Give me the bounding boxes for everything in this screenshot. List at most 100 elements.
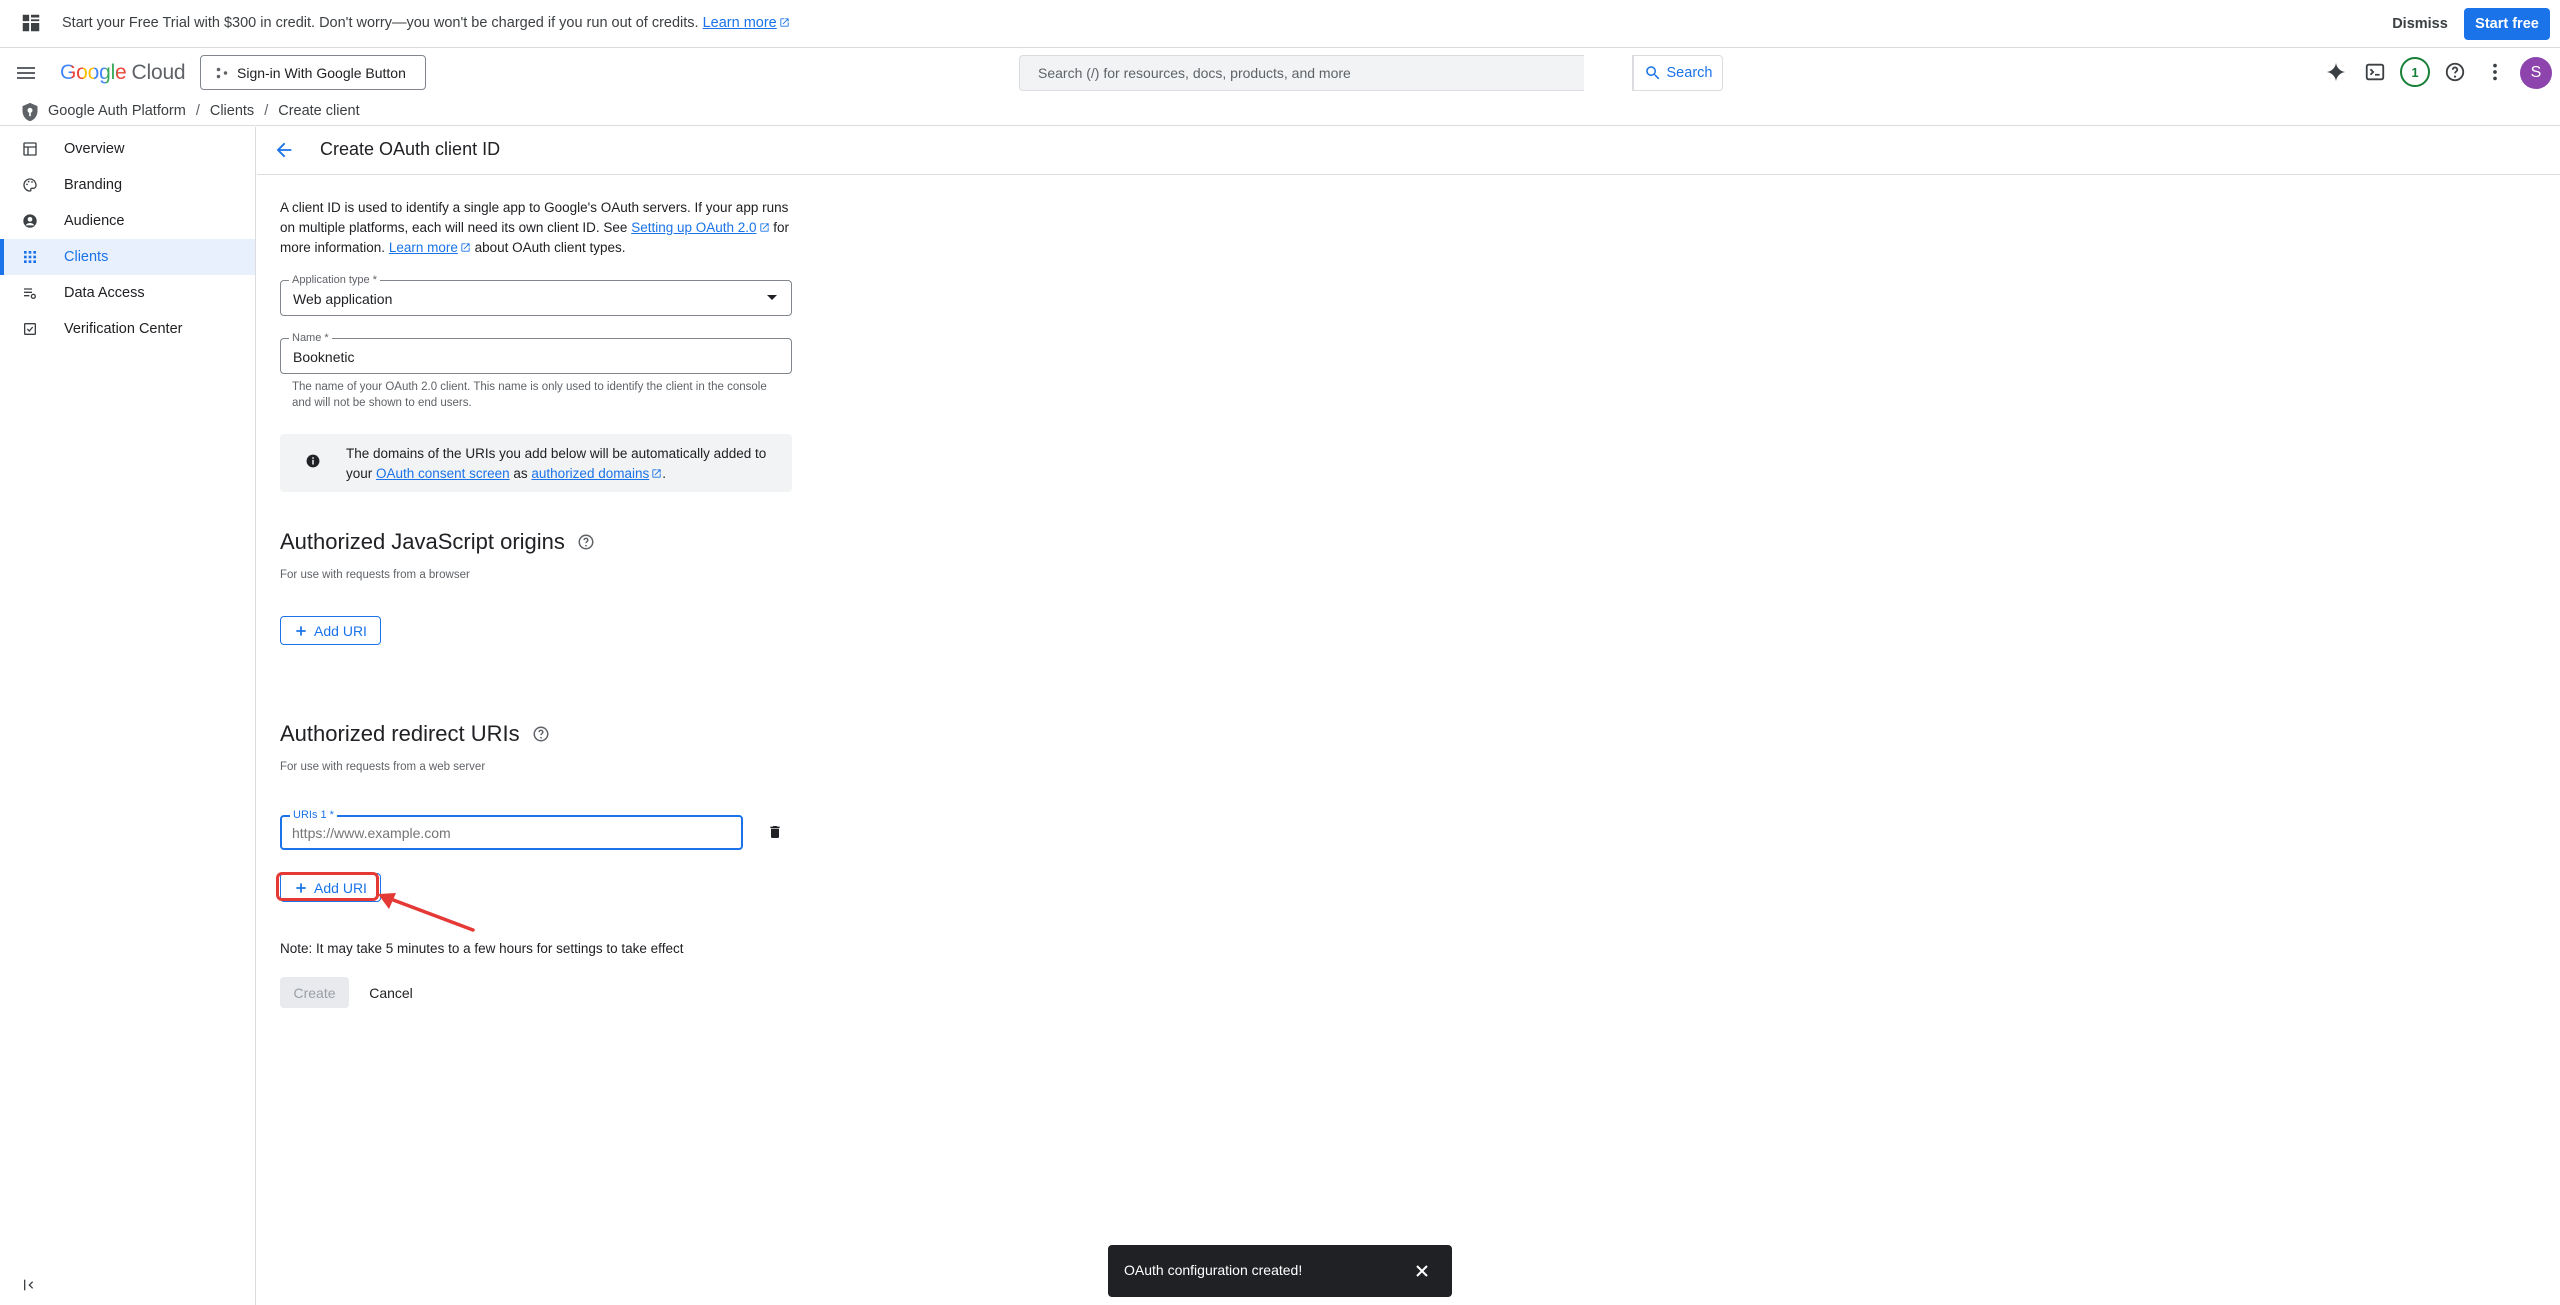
- redirect-uri-1-input[interactable]: [292, 824, 722, 842]
- sidebar-item-label: Clients: [64, 249, 109, 265]
- application-type-select[interactable]: Application type * Web application: [280, 274, 792, 316]
- setting-up-oauth-label: Setting up OAuth 2.0: [631, 220, 757, 235]
- application-type-value: Web application: [293, 291, 393, 307]
- breadcrumb-separator: /: [264, 103, 269, 119]
- banner-learn-more-link[interactable]: Learn more: [703, 15, 777, 31]
- apps-grid-icon: [22, 249, 38, 265]
- account-circle-icon: [22, 213, 38, 229]
- project-name: Sign-in With Google Button: [237, 64, 406, 81]
- sidebar-item-overview[interactable]: Overview: [0, 131, 255, 167]
- delete-icon[interactable]: [767, 823, 783, 841]
- project-picker[interactable]: Sign-in With Google Button: [200, 55, 426, 90]
- js-origins-title: Authorized JavaScript origins: [280, 529, 565, 554]
- cloud-shell-terminal-icon[interactable]: [2364, 61, 2386, 83]
- js-origins-subtitle: For use with requests from a browser: [280, 569, 470, 581]
- help-outline-icon[interactable]: [532, 725, 550, 743]
- sidebar-item-label: Verification Center: [64, 321, 183, 337]
- client-name-label: Name *: [289, 332, 332, 344]
- logo-cloud: Cloud: [131, 61, 186, 84]
- start-free-button[interactable]: Start free: [2464, 8, 2550, 40]
- sidebar: Overview Branding Audience Clients Data …: [0, 127, 256, 1305]
- info-icon: [306, 454, 320, 468]
- sidebar-item-label: Branding: [64, 177, 123, 193]
- free-trial-banner: Start your Free Trial with $300 in credi…: [0, 0, 2560, 48]
- intro-text-3: about OAuth client types.: [474, 240, 626, 255]
- create-button[interactable]: Create: [280, 977, 349, 1008]
- sidebar-item-label: Data Access: [64, 285, 145, 301]
- search-button[interactable]: Search: [1633, 55, 1723, 91]
- info-text-3: .: [662, 466, 666, 481]
- setting-up-oauth-link[interactable]: Setting up OAuth 2.0: [631, 220, 756, 235]
- logo-google: Google: [60, 61, 127, 84]
- banner-message: Start your Free Trial with $300 in credi…: [62, 15, 790, 31]
- learn-more-link[interactable]: Learn more: [389, 240, 458, 255]
- settings-note: Note: It may take 5 minutes to a few hou…: [280, 941, 684, 956]
- cancel-button[interactable]: Cancel: [360, 977, 422, 1008]
- sidebar-item-data-access[interactable]: Data Access: [0, 275, 255, 311]
- external-link-icon: [652, 469, 661, 478]
- oauth-consent-screen-link[interactable]: OAuth consent screen: [376, 466, 510, 481]
- authorized-domains-link[interactable]: authorized domains: [531, 466, 649, 481]
- palette-icon: [22, 177, 38, 193]
- dismiss-button[interactable]: Dismiss: [2380, 9, 2460, 39]
- breadcrumb: Google Auth Platform / Clients / Create …: [0, 98, 2560, 126]
- page-header: Create OAuth client ID: [257, 127, 2560, 175]
- back-arrow-icon[interactable]: [273, 139, 295, 161]
- sidebar-item-label: Audience: [64, 213, 125, 229]
- external-link-icon: [759, 223, 769, 232]
- snackbar-toast: OAuth configuration created!: [1108, 1245, 1452, 1297]
- intro-paragraph: A client ID is used to identify a single…: [280, 198, 795, 258]
- help-outline-icon[interactable]: [577, 533, 595, 551]
- breadcrumb-create-client: Create client: [278, 103, 360, 119]
- search-placeholder: Search (/) for resources, docs, products…: [1038, 65, 1351, 81]
- redirect-uris-heading: Authorized redirect URIs: [280, 721, 550, 747]
- application-type-label: Application type *: [289, 274, 380, 286]
- menu-icon[interactable]: [14, 61, 38, 85]
- redirect-uri-1-field[interactable]: URIs 1 *: [280, 809, 743, 850]
- account-avatar[interactable]: S: [2520, 57, 2552, 89]
- tune-list-icon: [22, 285, 38, 301]
- js-origins-heading: Authorized JavaScript origins: [280, 529, 595, 555]
- collapse-sidebar-icon[interactable]: [22, 1277, 38, 1293]
- redirect-uri-1-label: URIs 1 *: [290, 809, 337, 821]
- checklist-icon: [22, 321, 38, 337]
- more-vert-icon[interactable]: [2484, 61, 2506, 83]
- close-icon[interactable]: [1412, 1261, 1432, 1281]
- breadcrumb-clients[interactable]: Clients: [210, 103, 254, 119]
- add-uri-label: Add URI: [314, 622, 367, 639]
- plus-icon: [296, 625, 306, 636]
- client-name-field[interactable]: Name * Booknetic: [280, 332, 792, 374]
- help-icon[interactable]: [2444, 61, 2466, 83]
- annotation-highlight-box: [276, 872, 379, 901]
- breadcrumb-auth-platform[interactable]: Google Auth Platform: [48, 103, 186, 119]
- top-app-bar: Google Cloud Sign-in With Google Button S…: [0, 49, 2560, 97]
- external-link-icon: [461, 243, 470, 252]
- external-link-icon: [780, 18, 789, 27]
- sidebar-item-verification-center[interactable]: Verification Center: [0, 311, 255, 347]
- authorized-domains-label: authorized domains: [531, 466, 650, 481]
- dashboard-icon: [22, 141, 38, 157]
- dropdown-arrow-icon: [767, 295, 777, 300]
- domains-info-text: The domains of the URIs you add below wi…: [346, 444, 776, 484]
- oauth-consent-screen-label: OAuth consent screen: [376, 466, 510, 481]
- gemini-sparkle-icon[interactable]: [2325, 61, 2347, 83]
- sidebar-item-audience[interactable]: Audience: [0, 203, 255, 239]
- search-icon: [1645, 66, 1659, 80]
- notifications-badge[interactable]: 1: [2400, 57, 2430, 87]
- page-title: Create OAuth client ID: [320, 139, 501, 159]
- learn-more-label: Learn more: [388, 240, 458, 255]
- sidebar-item-clients[interactable]: Clients: [0, 239, 255, 275]
- search-button-label: Search: [1666, 65, 1713, 81]
- sidebar-item-branding[interactable]: Branding: [0, 167, 255, 203]
- banner-text: Start your Free Trial with $300 in credi…: [62, 15, 699, 31]
- project-hub-icon: [216, 67, 228, 78]
- sidebar-item-label: Overview: [64, 141, 125, 157]
- gift-icon: [20, 12, 42, 34]
- search-input[interactable]: Search (/) for resources, docs, products…: [1019, 55, 1584, 91]
- breadcrumb-separator: /: [195, 103, 200, 119]
- add-js-origin-uri-button[interactable]: Add URI: [280, 616, 381, 645]
- google-cloud-logo[interactable]: Google Cloud: [60, 61, 186, 85]
- redirect-uris-subtitle: For use with requests from a web server: [280, 761, 486, 773]
- client-name-value: Booknetic: [293, 349, 355, 365]
- breadcrumb-items: Google Auth Platform / Clients / Create …: [48, 103, 360, 119]
